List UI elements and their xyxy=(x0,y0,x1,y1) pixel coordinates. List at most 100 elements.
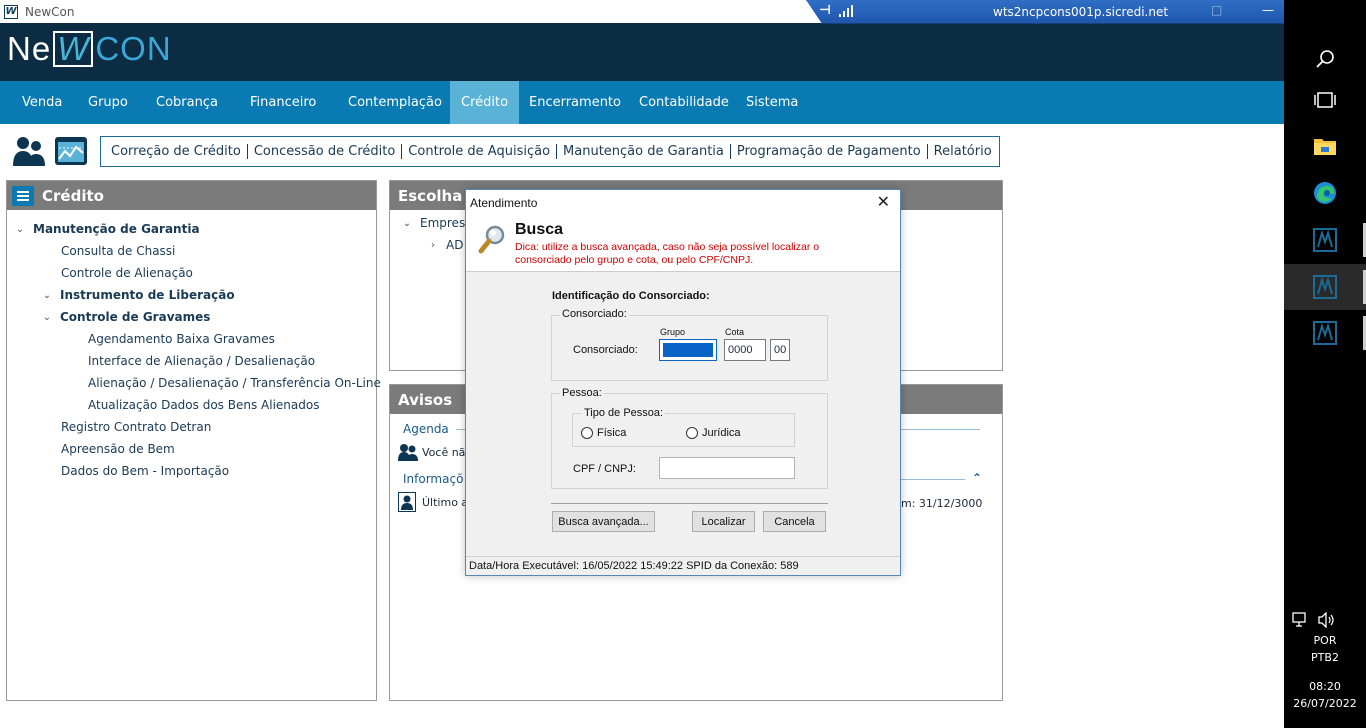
tree-node-ad[interactable]: › AD xyxy=(426,238,463,252)
tree-item-label: Agendamento Baixa Gravames xyxy=(88,332,275,346)
juridica-radio[interactable]: Jurídica xyxy=(686,427,741,439)
minimize-icon[interactable]: — xyxy=(1262,3,1274,17)
tree-item-label: Interface de Alienação / Desalienação xyxy=(88,354,316,368)
nav-item-4[interactable]: Contemplação xyxy=(337,81,453,124)
dialog-header: Busca Dica: utilize a busca avançada, ca… xyxy=(466,215,900,272)
tree-item-1[interactable]: Consulta de Chassi xyxy=(7,240,376,262)
edge-browser-icon[interactable] xyxy=(1284,170,1366,216)
cpf-label: CPF / CNPJ: xyxy=(573,463,636,475)
volume-icon[interactable] xyxy=(1318,612,1336,628)
newcon-taskbar-icon-2[interactable] xyxy=(1284,310,1366,356)
chevron-down-icon[interactable]: ⌄ xyxy=(40,290,54,301)
cota-label: Cota xyxy=(725,327,745,337)
submenu-item-3[interactable]: Manutenção de Garantia xyxy=(557,144,731,159)
chevron-down-icon[interactable]: ⌄ xyxy=(40,312,54,323)
tray-icons xyxy=(1292,612,1336,628)
nav-item-3[interactable]: Financeiro xyxy=(239,81,327,124)
tree-item-9[interactable]: Registro Contrato Detran xyxy=(7,416,376,438)
tree-item-10[interactable]: Apreensão de Bem xyxy=(7,438,376,460)
juridica-label: Jurídica xyxy=(702,427,741,439)
language-indicator[interactable]: POR xyxy=(1284,634,1366,647)
submenu-item-5[interactable]: Relatório xyxy=(928,144,998,159)
submenu-item-4[interactable]: Programação de Pagamento xyxy=(731,144,928,159)
list-icon xyxy=(12,185,34,206)
rdp-host: wts2ncpcons001p.sicredi.net xyxy=(993,5,1169,19)
submenu-item-0[interactable]: Correção de Crédito xyxy=(105,144,248,159)
nav-item-2[interactable]: Cobrança xyxy=(145,81,229,124)
tree-node-label: Empres xyxy=(420,216,466,230)
credit-panel-title: Crédito xyxy=(42,186,104,205)
newcon-taskbar-icon[interactable] xyxy=(1284,217,1366,263)
logo-part-con: CON xyxy=(95,30,172,67)
search-icon[interactable] xyxy=(1284,36,1366,82)
tree-item-4[interactable]: ⌄ Controle de Gravames xyxy=(7,306,376,328)
tree-item-3[interactable]: ⌄ Instrumento de Liberação xyxy=(7,284,376,306)
clock-time[interactable]: 08:20 xyxy=(1284,680,1366,693)
credit-tree-panel: Crédito ⌄ Manutenção de Garantia Consulta … xyxy=(6,180,381,701)
clock-date[interactable]: 26/07/2022 xyxy=(1284,697,1366,710)
logo-part-w: W xyxy=(53,31,94,67)
cota-digit-input[interactable]: 00 xyxy=(770,339,790,361)
user-card-icon xyxy=(398,492,416,512)
pin-icon[interactable]: ⊣ xyxy=(819,3,831,18)
tree-item-2[interactable]: Controle de Alienação xyxy=(7,262,376,284)
main-nav: Venda Grupo Cobrança Financeiro Contemplação… xyxy=(0,81,1284,124)
task-view-icon[interactable] xyxy=(1284,77,1366,123)
nav-item-1[interactable]: Grupo xyxy=(77,81,139,124)
chevron-up-icon[interactable]: ⌃ xyxy=(972,471,982,485)
users-icon xyxy=(398,444,418,461)
dialog-tip: Dica: utilize a busca avançada, caso não… xyxy=(515,241,820,266)
agenda-label: Agenda xyxy=(403,422,449,436)
logo-part-ne: Ne xyxy=(7,30,52,67)
busca-avancada-button[interactable]: Busca avançada... xyxy=(552,511,655,532)
nav-item-5[interactable]: Crédito xyxy=(450,81,520,124)
chevron-right-icon: › xyxy=(431,239,435,251)
localizar-button[interactable]: Localizar xyxy=(692,511,755,532)
informacoes-label: Informaçõ xyxy=(403,472,464,486)
finance-chart-icon[interactable] xyxy=(54,134,88,168)
tree-item-6[interactable]: Interface de Alienação / Desalienação xyxy=(7,350,376,372)
newcon-taskbar-icon-active[interactable] xyxy=(1284,264,1366,310)
tipo-pessoa-label: Tipo de Pessoa: xyxy=(582,407,666,419)
submenu-item-2[interactable]: Controle de Aquisição xyxy=(402,144,558,159)
tree-item-label: Dados do Bem - Importação xyxy=(61,464,230,478)
tree-item-8[interactable]: Atualização Dados dos Bens Alienados xyxy=(7,394,376,416)
signal-icon xyxy=(839,5,853,17)
credit-panel-header: Crédito xyxy=(7,181,376,210)
tree-item-5[interactable]: Agendamento Baixa Gravames xyxy=(7,328,376,350)
nav-item-7[interactable]: Contabilidade xyxy=(628,81,740,124)
chevron-down-icon[interactable]: ⌄ xyxy=(13,224,27,235)
grupo-input[interactable] xyxy=(659,339,717,361)
tree-item-11[interactable]: Dados do Bem - Importação xyxy=(7,460,376,482)
cota-input[interactable]: 0000 xyxy=(724,339,766,361)
pessoa-group-label: Pessoa: xyxy=(560,387,604,399)
tree-node-empresa[interactable]: ⌄ Empres xyxy=(400,216,465,230)
keyboard-layout-indicator[interactable]: PTB2 xyxy=(1284,651,1366,664)
close-icon[interactable]: ✕ xyxy=(877,192,890,212)
network-icon[interactable] xyxy=(1292,612,1310,628)
dialog-divider xyxy=(551,503,828,504)
nav-item-6[interactable]: Encerramento xyxy=(518,81,632,124)
section-title: Identificação do Consorciado: xyxy=(552,290,710,302)
consorciado-group-label: Consorciado: xyxy=(560,308,629,320)
tree-item-7[interactable]: Alienação / Desalienação / Transferência… xyxy=(7,372,381,394)
newcon-app: W NewCon Ne W CON Venda Grupo Cobrança Financ… xyxy=(0,0,1284,728)
cancelar-button[interactable]: Cancela xyxy=(763,511,826,532)
users-icon[interactable] xyxy=(12,134,46,168)
last-access-row: Último ac xyxy=(398,492,474,512)
tree-item-label: Consulta de Chassi xyxy=(61,244,176,258)
window-title: NewCon xyxy=(25,4,75,19)
grupo-label: Grupo xyxy=(660,327,686,337)
cpf-input[interactable] xyxy=(659,457,795,479)
tree-item-label: Apreensão de Bem xyxy=(61,442,175,456)
file-explorer-icon[interactable] xyxy=(1284,123,1366,169)
nav-item-0[interactable]: Venda xyxy=(11,81,73,124)
agenda-message: Você nã xyxy=(398,443,465,461)
rdp-connection-bar: ⊣ wts2ncpcons001p.sicredi.net □ — ⧉ ✕ xyxy=(806,0,1346,24)
fisica-radio[interactable]: Física xyxy=(581,427,626,439)
tree-item-label: Registro Contrato Detran xyxy=(61,420,212,434)
credit-tree: ⌄ Manutenção de Garantia Consulta de Chass… xyxy=(7,210,381,482)
nav-item-8[interactable]: Sistema xyxy=(735,81,809,124)
tree-item-0[interactable]: ⌄ Manutenção de Garantia xyxy=(7,218,376,240)
submenu-item-1[interactable]: Concessão de Crédito xyxy=(248,144,403,159)
